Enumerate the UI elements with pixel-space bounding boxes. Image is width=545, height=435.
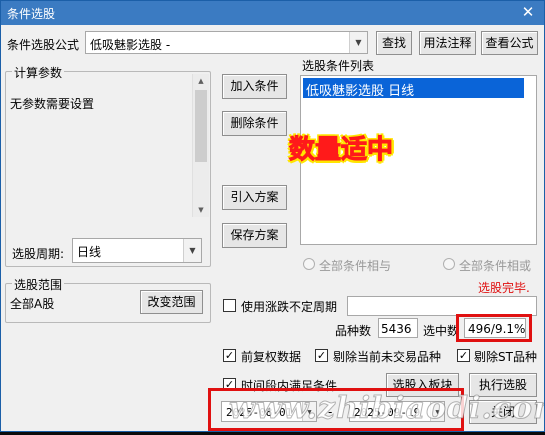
usage-button[interactable]: 用法注释 bbox=[419, 31, 476, 55]
params-title: 计算参数 bbox=[12, 64, 65, 81]
and-label: 全部条件相与 bbox=[319, 259, 392, 273]
scroll-down-icon[interactable]: ▼ bbox=[193, 203, 209, 217]
params-scrollbar[interactable]: ▲ ▼ bbox=[192, 74, 209, 217]
change-scope-button[interactable]: 改变范围 bbox=[140, 290, 203, 314]
use-volatile-checkbox[interactable] bbox=[223, 299, 236, 312]
scroll-thumb[interactable] bbox=[195, 90, 207, 162]
add-condition-button[interactable]: 加入条件 bbox=[222, 74, 287, 99]
find-button[interactable]: 查找 bbox=[376, 31, 412, 55]
scope-title: 选股范围 bbox=[12, 276, 65, 293]
count-value: 5436 bbox=[378, 318, 418, 338]
period-select[interactable]: 日线 ▼ bbox=[72, 238, 202, 263]
period-label: 选股周期: bbox=[12, 247, 65, 261]
delete-condition-button[interactable]: 删除条件 bbox=[222, 111, 287, 136]
chevron-down-icon[interactable]: ▼ bbox=[183, 239, 201, 262]
formula-value: 低吸魅影选股 - bbox=[90, 38, 171, 52]
view-formula-button[interactable]: 查看公式 bbox=[481, 31, 538, 55]
selected-label: 选中数 bbox=[423, 324, 460, 338]
watermark-text: www.zhibiaodi.com bbox=[229, 391, 545, 427]
scroll-up-icon[interactable]: ▲ bbox=[193, 74, 209, 88]
volatile-period-input[interactable] bbox=[347, 296, 537, 316]
scope-group: 选股范围 全部A股 改变范围 bbox=[5, 276, 211, 323]
condition-item[interactable]: 低吸魅影选股 日线 bbox=[303, 78, 524, 99]
exclude-untraded-label: 剔除当前未交易品种 bbox=[333, 350, 442, 364]
dialog-window: 条件选股 ✕ 条件选股公式 低吸魅影选股 - ▼ 查找 用法注释 查看公式 计算… bbox=[0, 0, 545, 432]
status-text: 选股完毕. bbox=[478, 281, 530, 295]
pre-adjust-checkbox[interactable]: ✓ bbox=[223, 349, 236, 362]
chevron-down-icon[interactable]: ▼ bbox=[349, 32, 367, 53]
save-plan-button[interactable]: 保存方案 bbox=[222, 223, 287, 248]
formula-label: 条件选股公式 bbox=[7, 38, 80, 52]
conditions-list[interactable]: 低吸魅影选股 日线 数量适中 bbox=[288, 75, 537, 245]
exclude-st-checkbox[interactable]: ✓ bbox=[457, 349, 470, 362]
close-icon[interactable]: ✕ bbox=[520, 4, 536, 20]
params-text: 无参数需要设置 bbox=[10, 97, 95, 111]
highlight-box bbox=[456, 314, 532, 342]
window-title: 条件选股 bbox=[7, 7, 56, 21]
count-label: 品种数 bbox=[335, 324, 372, 338]
pre-adjust-label: 前复权数据 bbox=[241, 350, 302, 364]
exclude-untraded-checkbox[interactable]: ✓ bbox=[315, 349, 328, 362]
title-bar: 条件选股 ✕ bbox=[1, 1, 544, 25]
exclude-st-label: 剔除ST品种 bbox=[474, 350, 537, 364]
period-value: 日线 bbox=[77, 245, 102, 259]
formula-select[interactable]: 低吸魅影选股 - ▼ bbox=[85, 31, 368, 54]
import-plan-button[interactable]: 引入方案 bbox=[222, 185, 287, 210]
use-volatile-label: 使用涨跌不定周期 bbox=[241, 300, 338, 314]
annotation-text: 数量适中 bbox=[288, 135, 394, 166]
conditions-title: 选股条件列表 bbox=[302, 59, 375, 73]
or-radio[interactable] bbox=[443, 258, 455, 270]
and-radio[interactable] bbox=[303, 258, 315, 270]
params-group: 计算参数 无参数需要设置 ▲ ▼ 选股周期: 日线 ▼ bbox=[5, 64, 211, 267]
or-label: 全部条件相或 bbox=[459, 259, 532, 273]
scope-value: 全部A股 bbox=[10, 297, 55, 311]
